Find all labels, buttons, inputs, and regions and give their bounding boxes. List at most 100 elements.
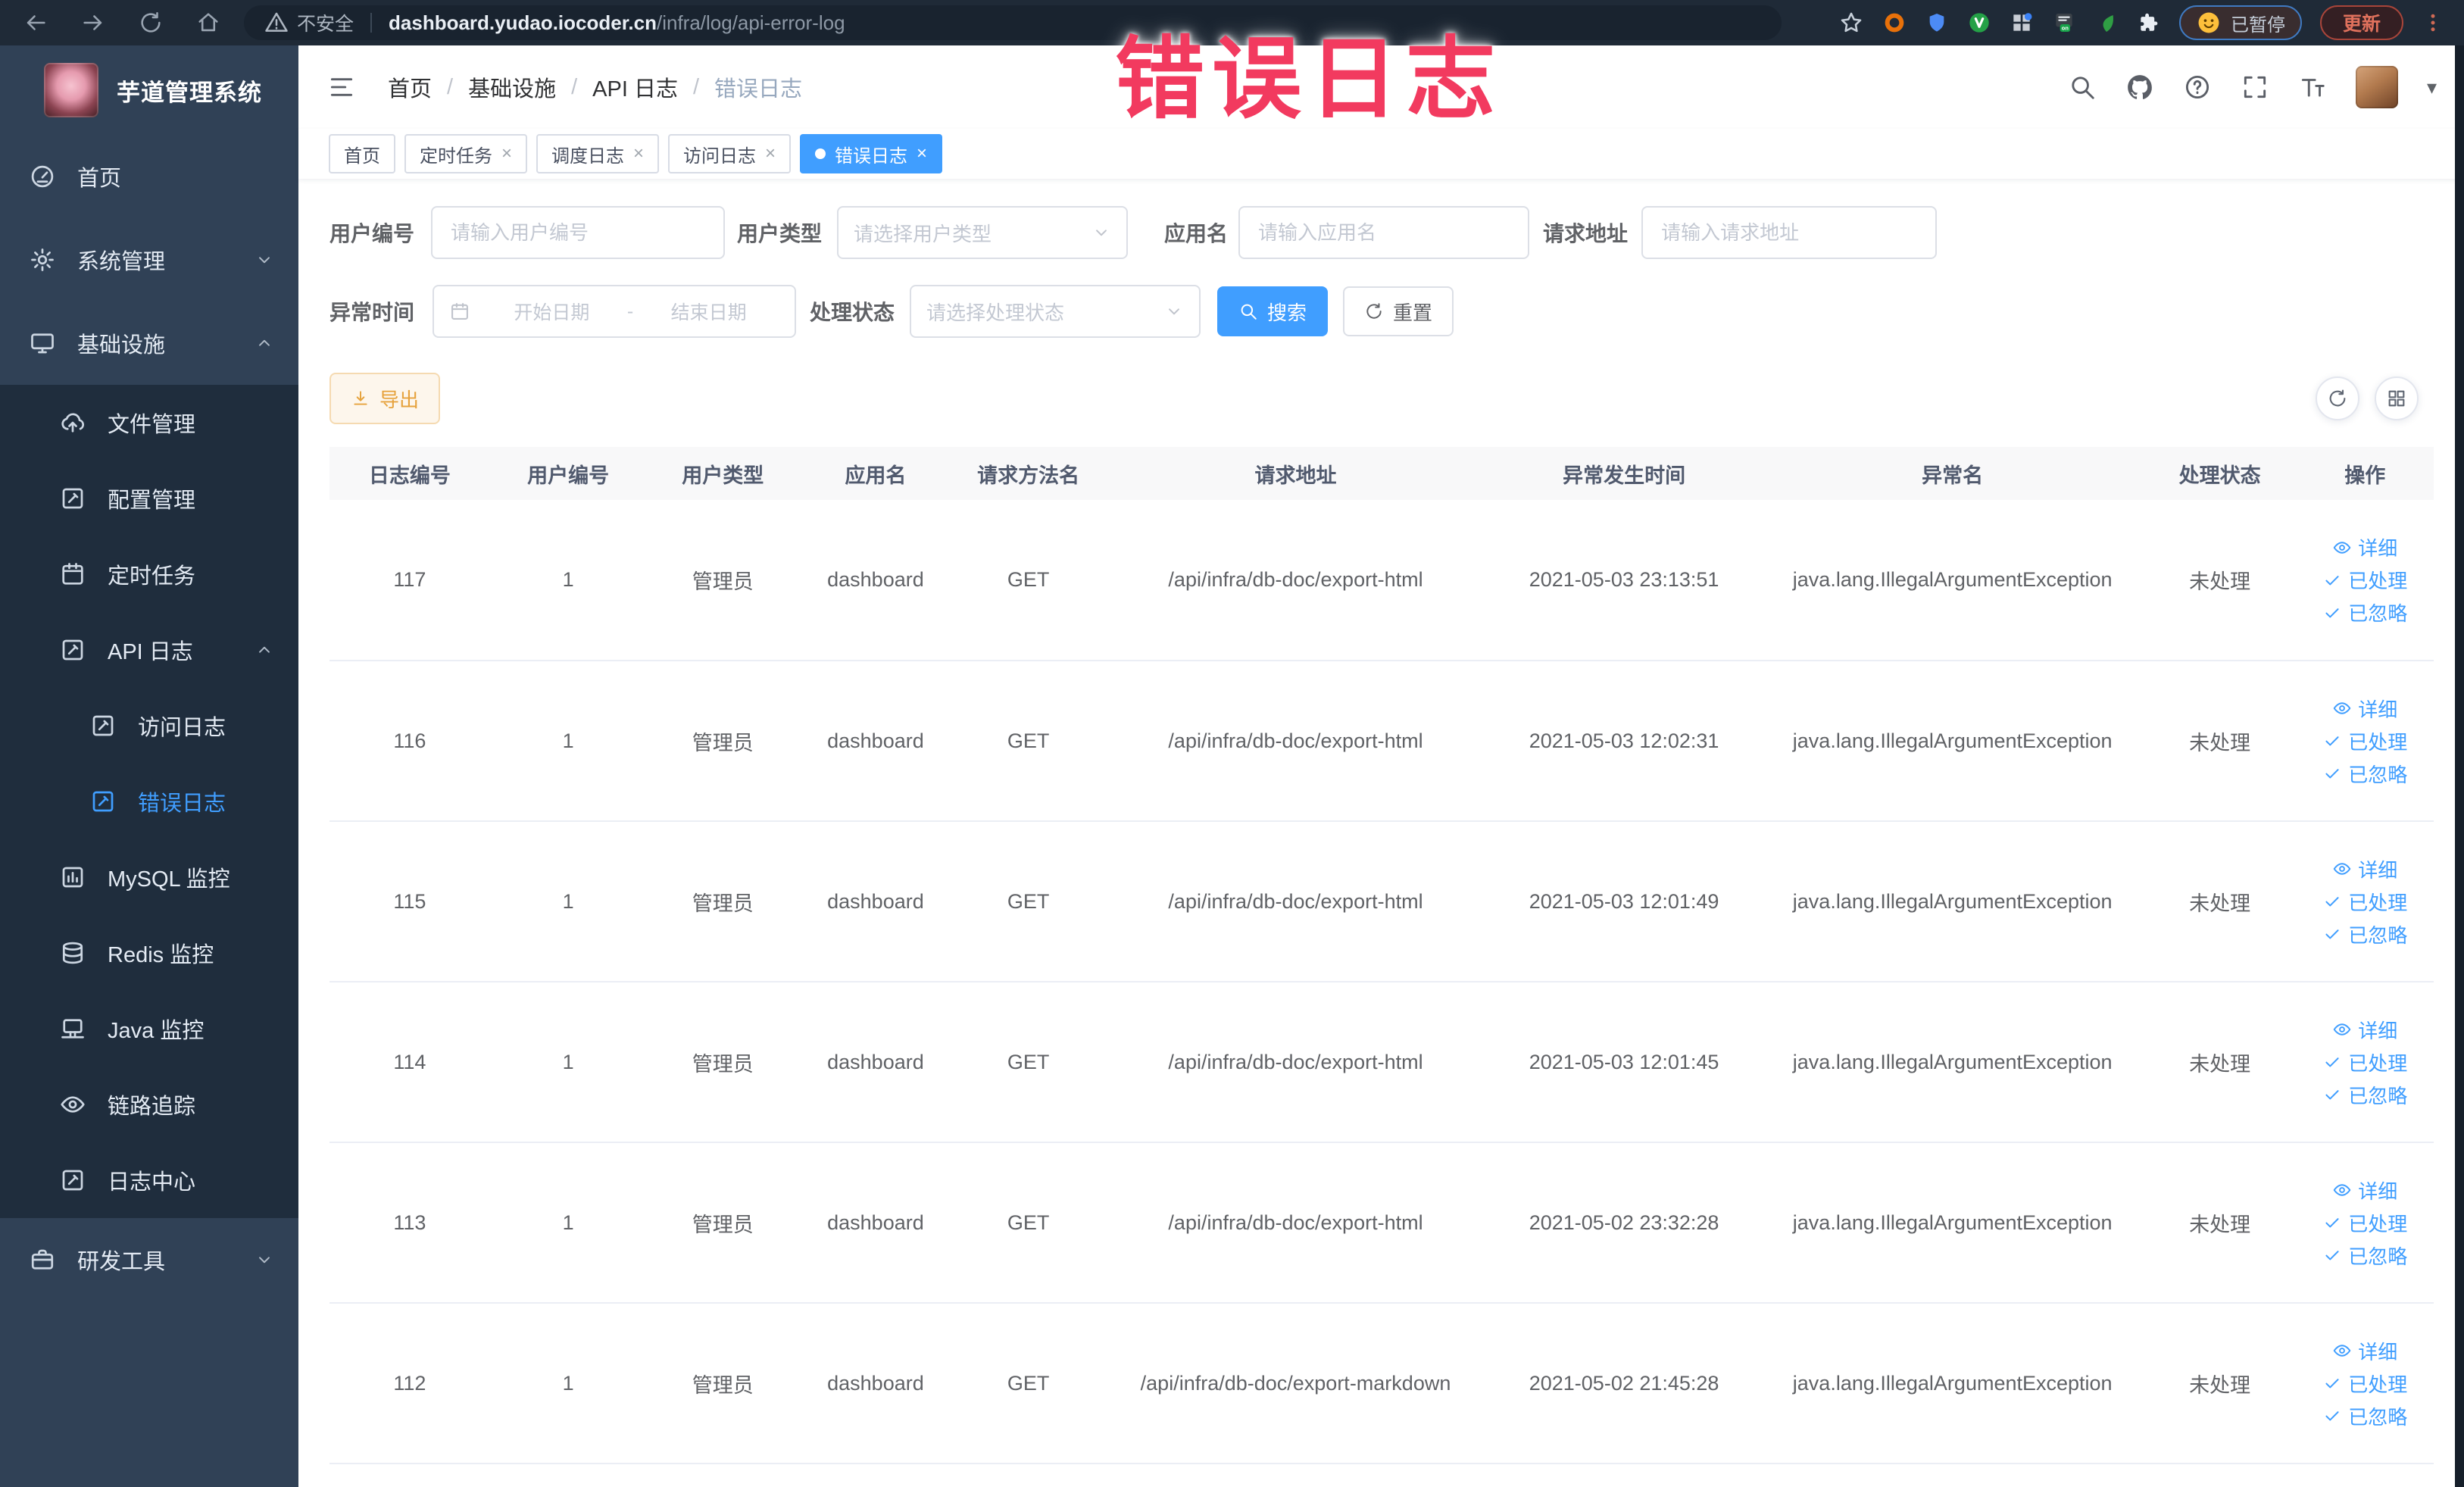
action-processed-link[interactable]: 已处理 [2322, 1370, 2407, 1398]
process-status-select[interactable]: 请选择处理状态 [910, 285, 1201, 338]
action-label: 已忽略 [2348, 1245, 2408, 1268]
sidebar-item-0[interactable]: 首页 [0, 135, 298, 218]
eye-icon [2332, 859, 2352, 879]
tab-0[interactable]: 首页 [329, 134, 395, 173]
not-secure-warning-icon[interactable] [264, 10, 289, 36]
extension-icon-leaf[interactable] [2094, 11, 2119, 35]
check-icon [2322, 924, 2342, 944]
action-detail-link[interactable]: 详细 [2332, 695, 2397, 723]
extension-icon-shield[interactable] [1925, 11, 1949, 35]
browser-update-button[interactable]: 更新 [2319, 5, 2403, 40]
action-processed-link[interactable]: 已处理 [2322, 1209, 2407, 1237]
sidebar-item-1[interactable]: 系统管理 [0, 218, 298, 301]
tab-close-icon[interactable]: × [633, 145, 644, 163]
action-ignored-link[interactable]: 已忽略 [2322, 1081, 2407, 1109]
sidebar-collapse-icon[interactable] [327, 73, 356, 102]
reset-button[interactable]: 重置 [1343, 286, 1454, 336]
tab-close-icon[interactable]: × [917, 145, 927, 163]
action-detail-link[interactable]: 详细 [2332, 855, 2397, 883]
action-processed-link[interactable]: 已处理 [2322, 727, 2407, 755]
action-ignored-link[interactable]: 已忽略 [2322, 1402, 2407, 1430]
extension-icon-on[interactable]: on [2052, 11, 2076, 35]
font-size-icon[interactable] [2298, 73, 2327, 102]
fullscreen-icon[interactable] [2241, 73, 2269, 102]
action-label: 已处理 [2348, 891, 2408, 914]
browser-back-icon[interactable] [23, 10, 48, 36]
action-ignored-link[interactable]: 已忽略 [2322, 1242, 2407, 1270]
user-type-select[interactable]: 请选择用户类型 [837, 206, 1129, 259]
tab-close-icon[interactable]: × [501, 145, 512, 163]
github-icon[interactable] [2125, 73, 2154, 102]
column-header-4: 请求方法名 [951, 447, 1105, 500]
action-processed-link[interactable]: 已处理 [2322, 1048, 2407, 1076]
cell-exception-time: 2021-05-03 23:13:51 [1486, 500, 1762, 661]
browser-extensions-area: on 已暂停 更新 [1838, 5, 2464, 40]
cell-app-name: dashboard [799, 661, 952, 822]
chevron-down-icon [255, 250, 274, 270]
tab-1[interactable]: 定时任务 × [404, 134, 528, 173]
cell-log-id: 112 [329, 1303, 490, 1464]
breadcrumb-item[interactable]: 基础设施 [468, 71, 556, 103]
sidebar-item-4[interactable]: 配置管理 [0, 461, 298, 536]
exception-time-range-picker[interactable]: 开始日期 - 结束日期 [433, 285, 797, 338]
action-ignored-link[interactable]: 已忽略 [2322, 760, 2407, 788]
action-ignored-link[interactable]: 已忽略 [2322, 598, 2407, 626]
action-processed-link[interactable]: 已处理 [2322, 888, 2407, 916]
extension-icon-ring[interactable] [1882, 11, 1907, 35]
search-icon[interactable] [2068, 73, 2097, 102]
sidebar-item-label: 配置管理 [108, 489, 196, 513]
avatar[interactable] [2355, 66, 2398, 108]
filter-row-1: 用户编号 用户类型 请选择用户类型 应用名 请求地址 [329, 206, 2434, 259]
tab-3[interactable]: 访问日志 × [668, 134, 792, 173]
extensions-puzzle-icon[interactable] [2137, 11, 2161, 35]
action-label: 已处理 [2348, 1212, 2408, 1236]
sidebar-item-14[interactable]: 研发工具 [0, 1218, 298, 1301]
sidebar-item-11[interactable]: Java 监控 [0, 991, 298, 1067]
extension-icon-green-v[interactable] [1967, 11, 1991, 35]
sidebar-item-10[interactable]: Redis 监控 [0, 915, 298, 991]
breadcrumb-separator: / [692, 74, 700, 99]
sidebar-item-3[interactable]: 文件管理 [0, 385, 298, 461]
refresh-table-button[interactable] [2316, 376, 2359, 420]
gear-icon [29, 246, 56, 273]
request-url-input[interactable] [1641, 206, 1938, 259]
browser-reload-icon[interactable] [138, 10, 164, 36]
action-detail-link[interactable]: 详细 [2332, 1176, 2397, 1204]
sidebar-item-9[interactable]: MySQL 监控 [0, 839, 298, 915]
column-settings-button[interactable] [2375, 376, 2419, 420]
address-bar[interactable]: 不安全 dashboard.yudao.iocoder.cn/infra/log… [244, 5, 1782, 40]
browser-forward-icon[interactable] [80, 10, 106, 36]
scrollbar[interactable] [2455, 45, 2464, 1487]
sidebar-item-8[interactable]: 错误日志 [0, 764, 298, 839]
bookmark-star-icon[interactable] [1838, 10, 1864, 36]
sidebar-item-7[interactable]: 访问日志 [0, 688, 298, 764]
action-processed-link[interactable]: 已处理 [2322, 566, 2407, 594]
sidebar-item-2[interactable]: 基础设施 [0, 301, 298, 385]
breadcrumb-item[interactable]: API 日志 [592, 71, 678, 103]
profile-paused-chip[interactable]: 已暂停 [2178, 5, 2302, 40]
action-detail-link[interactable]: 详细 [2332, 1016, 2397, 1044]
breadcrumb-item[interactable]: 首页 [388, 71, 432, 103]
action-detail-link[interactable]: 详细 [2332, 533, 2397, 561]
browser-menu-kebab-icon[interactable] [2422, 11, 2444, 34]
sidebar-item-5[interactable]: 定时任务 [0, 536, 298, 612]
browser-home-icon[interactable] [195, 10, 221, 36]
sidebar-item-13[interactable]: 日志中心 [0, 1142, 298, 1218]
user-id-input[interactable] [431, 206, 726, 259]
action-detail-link[interactable]: 详细 [2332, 1337, 2397, 1365]
help-icon[interactable] [2183, 73, 2212, 102]
tab-2[interactable]: 调度日志 × [536, 134, 660, 173]
sidebar-item-6[interactable]: API 日志 [0, 612, 298, 688]
tab-close-icon[interactable]: × [765, 145, 776, 163]
sidebar-item-12[interactable]: 链路追踪 [0, 1067, 298, 1142]
tab-4[interactable]: 错误日志 × [800, 134, 943, 173]
app-logo-row[interactable]: 芋道管理系统 [0, 45, 298, 135]
extension-icon-grid[interactable] [2010, 11, 2034, 35]
action-ignored-link[interactable]: 已忽略 [2322, 920, 2407, 948]
search-icon [1238, 301, 1258, 321]
export-button[interactable]: 导出 [329, 373, 441, 424]
chevron-down-icon[interactable]: ▾ [2427, 76, 2437, 99]
search-button[interactable]: 搜索 [1217, 286, 1329, 336]
app-name-input[interactable] [1238, 206, 1530, 259]
table-row: 113 1 管理员 dashboard GET/api/infra/db-doc/exp… [329, 1142, 2434, 1304]
